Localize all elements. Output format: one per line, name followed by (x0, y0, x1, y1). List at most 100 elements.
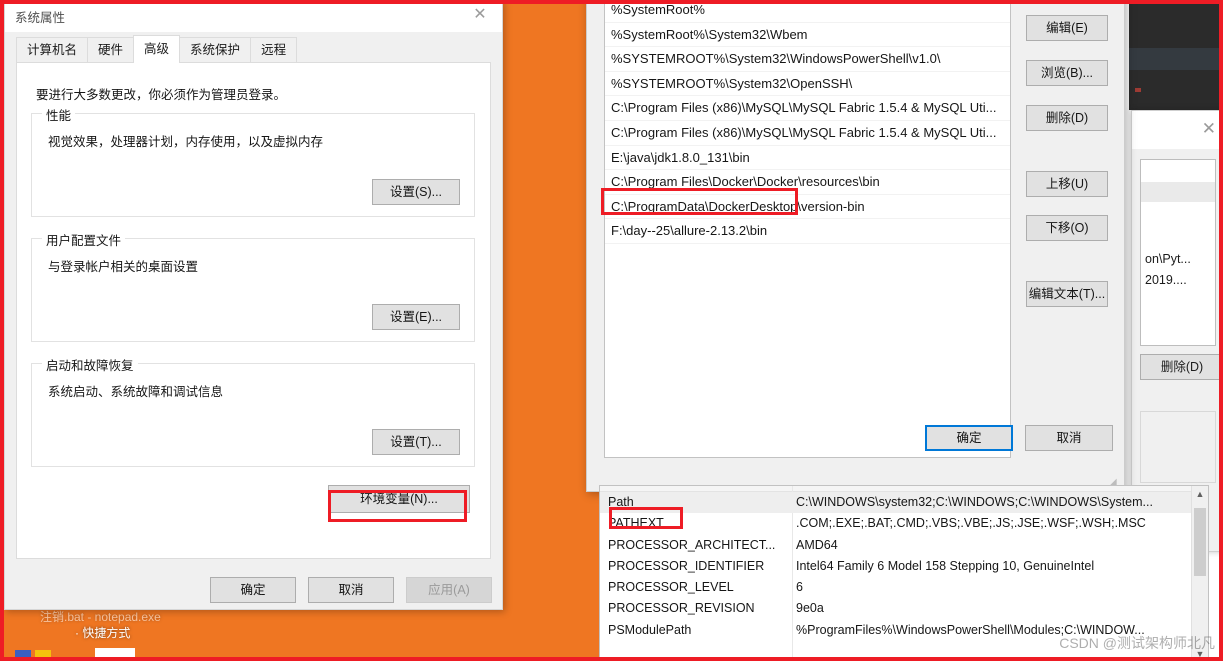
path-list-item[interactable]: %SYSTEMROOT%\System32\OpenSSH\ (605, 72, 1010, 97)
taskbar-icon-blue[interactable] (15, 650, 31, 659)
background-list-item-1[interactable]: 2019.... (1145, 273, 1187, 287)
taskbar-icon-white[interactable] (95, 648, 135, 661)
path-list-empty-row[interactable] (605, 367, 1010, 392)
screenshot-root: 注销.bat - notepad.exe · 快捷方式 ✕ on\Pyt... … (0, 0, 1223, 661)
admin-hint-text: 要进行大多数更改，你必须作为管理员登录。 (36, 88, 287, 102)
path-list-item[interactable]: C:\Program Files (x86)\MySQL\MySQL Fabri… (605, 121, 1010, 146)
path-button-4[interactable]: 下移(O) (1026, 215, 1108, 241)
path-list-item[interactable]: %SYSTEMROOT%\System32\WindowsPowerShell\… (605, 47, 1010, 72)
table-cell-name: PROCESSOR_IDENTIFIER (608, 558, 765, 573)
chevron-up-icon[interactable]: ▲ (1192, 486, 1208, 502)
background-dialog-panel (1140, 411, 1216, 483)
scrollbar-thumb[interactable] (1194, 508, 1206, 576)
environment-variables-button[interactable]: 环境变量(N)... (328, 485, 470, 513)
table-cell-value: Intel64 Family 6 Model 158 Stepping 10, … (796, 558, 1095, 573)
path-button-0[interactable]: 编辑(E) (1026, 15, 1108, 41)
chevron-down-icon[interactable]: ▼ (1192, 646, 1208, 661)
edit-environment-variable-dialog: %SystemRoot% %SystemRoot%\System32\Wbem %S… (586, 0, 1125, 492)
path-list-empty-row[interactable] (605, 269, 1010, 294)
tab-1[interactable]: 硬件 (87, 37, 135, 62)
desktop-faded-label: 注销.bat - notepad.exe (40, 610, 161, 624)
background-dialog-listbox[interactable]: on\Pyt... 2019.... (1140, 159, 1216, 346)
table-row[interactable]: Path C:\WINDOWS\system32;C:\WINDOWS;C:\WI… (600, 492, 1192, 514)
background-list-item-0[interactable]: on\Pyt... (1145, 252, 1191, 266)
user-profiles-group-desc: 与登录帐户相关的桌面设置 (48, 260, 199, 274)
path-entries-listbox[interactable]: %SystemRoot% %SystemRoot%\System32\Wbem %S… (604, 1, 1011, 458)
editor-error-marker (1135, 88, 1141, 92)
path-list-empty-row[interactable] (605, 342, 1010, 367)
tab-3[interactable]: 系统保护 (179, 37, 252, 62)
tab-label: 系统保护 (190, 43, 241, 57)
tab-2[interactable]: 高级 (133, 35, 181, 63)
path-ok-button[interactable]: 确定 (925, 425, 1013, 451)
background-delete-button[interactable]: 删除(D) (1140, 354, 1223, 380)
tab-label: 高级 (144, 42, 170, 56)
apply-button: 应用(A) (406, 577, 492, 603)
table-cell-value: C:\WINDOWS\system32;C:\WINDOWS;C:\WINDOW… (796, 495, 1153, 509)
table-cell-value: .COM;.EXE;.BAT;.CMD;.VBS;.VBE;.JS;.JSE;.… (796, 516, 1146, 531)
performance-group: 性能 视觉效果，处理器计划，内存使用，以及虚拟内存 设置(S)... (31, 105, 475, 217)
table-cell-name: PROCESSOR_REVISION (608, 601, 755, 616)
tab-0[interactable]: 计算机名 (16, 37, 89, 62)
performance-group-title: 性能 (42, 105, 76, 124)
page-title: 系统属性 (15, 11, 66, 25)
table-row[interactable]: PROCESSOR_LEVEL 6 (600, 577, 1192, 598)
path-list-empty-row[interactable] (605, 392, 1010, 417)
startup-recovery-group-desc: 系统启动、系统故障和调试信息 (48, 385, 224, 399)
background-editor-window (1129, 0, 1223, 110)
path-list-empty-row[interactable] (605, 318, 1010, 343)
path-button-3[interactable]: 上移(U) (1026, 171, 1108, 197)
table-cell-value: 9e0a (796, 601, 824, 616)
close-icon[interactable]: ✕ (1202, 120, 1216, 137)
table-cell-name: Path (608, 495, 634, 509)
table-row[interactable]: PROCESSOR_IDENTIFIER Intel64 Family 6 Mod… (600, 556, 1192, 577)
path-button-2[interactable]: 删除(D) (1026, 105, 1108, 131)
path-button-1[interactable]: 浏览(B)... (1026, 60, 1108, 86)
tab-label: 远程 (261, 43, 287, 57)
advanced-tab-panel: 要进行大多数更改，你必须作为管理员登录。 性能 视觉效果，处理器计划，内存使用，… (16, 62, 491, 559)
startup-recovery-group-title: 启动和故障恢复 (42, 355, 138, 374)
user-profiles-group-title: 用户配置文件 (42, 230, 126, 249)
table-cell-name: PATHEXT (608, 516, 664, 531)
background-list-row-selected[interactable] (1141, 182, 1215, 202)
taskbar-icon-yellow[interactable] (35, 650, 51, 659)
tab-4[interactable]: 远程 (250, 37, 298, 62)
table-cell-name: PROCESSOR_ARCHITECT... (608, 537, 776, 552)
performance-settings-button[interactable]: 设置(S)... (372, 179, 460, 205)
path-list-empty-row[interactable] (605, 244, 1010, 269)
table-cell-value: 6 (796, 580, 803, 595)
startup-recovery-settings-button[interactable]: 设置(T)... (372, 429, 460, 455)
user-profiles-settings-button[interactable]: 设置(E)... (372, 304, 460, 330)
path-cancel-button[interactable]: 取消 (1025, 425, 1113, 451)
path-list-item[interactable]: E:\java\jdk1.8.0_131\bin (605, 146, 1010, 171)
path-list-item[interactable]: %SystemRoot% (605, 2, 1010, 23)
system-properties-dialog: 系统属性 ✕ 计算机名 硬件 高级 系统保护 远程 要进行大多数更改，你必须作为管理员登… (4, 0, 503, 610)
cancel-button[interactable]: 取消 (308, 577, 394, 603)
path-list-item[interactable]: C:\Program Files (x86)\MySQL\MySQL Fabri… (605, 96, 1010, 121)
path-list-item[interactable]: C:\Program Files\Docker\Docker\resources… (605, 170, 1010, 195)
table-row[interactable]: PSModulePath %ProgramFiles%\WindowsPowerS… (600, 620, 1192, 641)
table-cell-value: %ProgramFiles%\WindowsPowerShell\Modules… (796, 622, 1145, 637)
path-list-item[interactable]: C:\ProgramData\DockerDesktop\version-bin (605, 195, 1010, 220)
table-cell-name: PSModulePath (608, 622, 692, 637)
performance-group-desc: 视觉效果，处理器计划，内存使用，以及虚拟内存 (48, 135, 324, 149)
close-icon[interactable]: ✕ (468, 4, 492, 26)
path-list-item[interactable]: %SystemRoot%\System32\Wbem (605, 23, 1010, 48)
desktop-shortcut-label: · 快捷方式 (75, 626, 131, 640)
tab-label: 计算机名 (27, 43, 78, 57)
environment-variables-table[interactable]: Path C:\WINDOWS\system32;C:\WINDOWS;C:\WI… (599, 485, 1209, 661)
table-body: Path C:\WINDOWS\system32;C:\WINDOWS;C:\WI… (600, 492, 1192, 641)
startup-recovery-group: 启动和故障恢复 系统启动、系统故障和调试信息 设置(T)... (31, 355, 475, 467)
path-list-item[interactable]: F:\day--25\allure-2.13.2\bin (605, 219, 1010, 244)
table-cell-name: PROCESSOR_LEVEL (608, 580, 734, 595)
user-profiles-group: 用户配置文件 与登录帐户相关的桌面设置 设置(E)... (31, 230, 475, 342)
table-row[interactable]: PROCESSOR_ARCHITECT... AMD64 (600, 535, 1192, 556)
path-list-empty-row[interactable] (605, 293, 1010, 318)
ok-button[interactable]: 确定 (210, 577, 296, 603)
tab-strip: 计算机名 硬件 高级 系统保护 远程 (16, 35, 491, 63)
system-properties-titlebar (5, 1, 502, 32)
table-scrollbar[interactable]: ▲ ▼ (1191, 486, 1208, 661)
path-button-5[interactable]: 编辑文本(T)... (1026, 281, 1108, 307)
table-row[interactable]: PROCESSOR_REVISION 9e0a (600, 598, 1192, 619)
table-row[interactable]: PATHEXT .COM;.EXE;.BAT;.CMD;.VBS;.VBE;.JS… (600, 513, 1192, 534)
